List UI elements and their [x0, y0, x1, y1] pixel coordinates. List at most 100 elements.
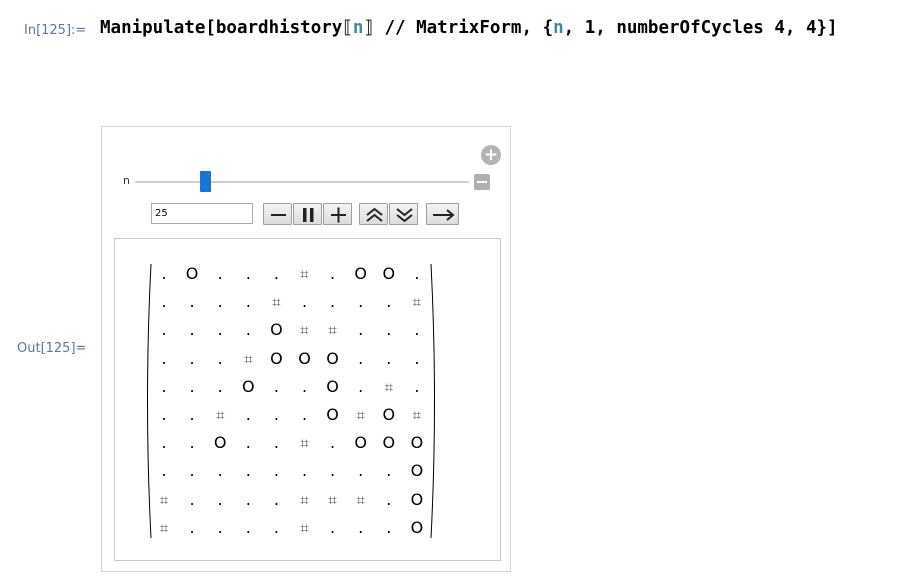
matrix-cell: ⌗	[215, 406, 225, 424]
matrix-cell: .	[189, 489, 195, 509]
matrix-cell: ⌗	[300, 490, 309, 509]
matrix-cell: ⌗	[384, 377, 394, 396]
step-forward-button[interactable]	[323, 203, 352, 225]
matrix-cell: .	[330, 292, 336, 312]
matrix-cell: .	[161, 320, 167, 340]
expand-controls-plus-icon[interactable]: +	[481, 145, 501, 165]
matrix-cell: .	[301, 405, 308, 424]
plus-icon	[331, 207, 346, 223]
matrix-cell: ⌗	[356, 406, 365, 424]
matrix-cell: O	[298, 348, 311, 368]
matrix-cell: .	[414, 348, 420, 368]
matrix-cell: O	[270, 320, 283, 340]
matrix-cell: .	[161, 348, 167, 368]
matrix-cell: .	[189, 405, 195, 424]
matrix-cell: .	[273, 264, 279, 283]
matrix-cell: .	[414, 264, 420, 283]
matrix-cell: .	[414, 320, 420, 340]
double-chevron-down-icon	[396, 208, 413, 223]
minus-icon	[271, 214, 286, 216]
value-input-field[interactable]: 25	[151, 203, 253, 224]
matrix-cell: O	[326, 376, 339, 396]
matrix-cell: .	[217, 292, 223, 312]
input-cell-code[interactable]: Manipulate[boardhistory⟦ n ⟧ // MatrixForm…	[100, 18, 838, 38]
matrix-cell: .	[414, 376, 420, 396]
matrix-cell: .	[161, 433, 167, 453]
matrix-cell: .	[386, 320, 392, 340]
matrix-cell: .	[189, 320, 195, 340]
direction-button[interactable]	[426, 203, 459, 225]
matrix-cell: .	[245, 320, 251, 340]
matrix-cell: ⌗	[356, 490, 365, 509]
code-part-open-bracket: ⟦	[342, 18, 353, 38]
collapse-animator-minus-icon[interactable]	[474, 174, 490, 190]
matrix-cell: .	[386, 489, 392, 509]
matrix-cell: ⌗	[159, 518, 169, 537]
matrix-cell: .	[189, 348, 195, 368]
matrix-cell: ⌗	[300, 434, 309, 453]
matrix-cell: .	[273, 376, 279, 396]
matrix-cell: O	[326, 348, 339, 368]
matrix-cell: ⌗	[328, 490, 337, 509]
code-variable-n-2: n	[553, 18, 564, 38]
matrix-cell: O	[382, 433, 396, 453]
step-back-button[interactable]	[263, 203, 292, 225]
faster-button[interactable]	[359, 203, 388, 225]
matrix-cell: ⌗	[412, 406, 422, 424]
matrix-cell: O	[354, 264, 367, 283]
manipulate-panel: + n 25 . O... ⌗. O O..... ⌗.... ⌗.... O ⌗ ⌗......…	[101, 126, 511, 572]
matrix-cell: ⌗	[412, 293, 422, 312]
slider-thumb[interactable]	[200, 171, 211, 192]
matrix-cell: .	[301, 376, 308, 396]
matrix-cell: .	[217, 264, 223, 283]
slider-track[interactable]	[135, 181, 469, 183]
code-part-close-bracket: ⟧	[363, 18, 374, 38]
matrix-cell: .	[189, 376, 195, 396]
code-head: Manipulate[boardhistory	[100, 18, 343, 38]
matrix-cell: ⌗	[300, 265, 309, 283]
matrix-cell: ⌗	[300, 518, 309, 537]
matrix-cell: .	[386, 461, 392, 481]
matrix-cell: .	[358, 348, 364, 368]
matrix-cell: .	[358, 376, 364, 396]
matrix-cell: .	[358, 461, 364, 481]
matrix-cell: .	[301, 292, 308, 312]
matrix-cell: .	[273, 517, 279, 537]
matrix-cell: .	[273, 461, 279, 481]
matrix-cell: .	[217, 517, 223, 537]
matrix-cell: .	[358, 320, 364, 340]
matrix-cell: .	[161, 292, 167, 312]
matrix-cell: O	[382, 264, 396, 283]
input-cell-label: In[125]:=	[24, 23, 87, 38]
arrow-right-icon	[433, 209, 455, 221]
matrix-cell: .	[273, 405, 279, 424]
matrix-cell: ⌗	[300, 321, 309, 340]
matrix-cell: .	[245, 264, 251, 283]
matrix-form: . O... ⌗. O O..... ⌗.... ⌗.... O ⌗ ⌗...... ⌗ O O O...…	[115, 239, 502, 562]
matrix-cell: ⌗	[159, 490, 169, 509]
matrix-cell: .	[386, 348, 392, 368]
double-chevron-up-icon	[366, 207, 383, 222]
matrix-cell: .	[217, 320, 223, 340]
matrix-cell: O	[270, 348, 283, 368]
matrix-cell: .	[358, 292, 364, 312]
pause-button[interactable]	[293, 203, 322, 225]
matrix-cell: ⌗	[272, 293, 281, 312]
matrix-cell: ⌗	[328, 321, 337, 340]
matrix-cell: O	[185, 264, 199, 283]
matrix-cell: O	[382, 405, 396, 424]
matrix-cell: .	[189, 517, 195, 537]
matrix-cell: .	[245, 489, 251, 509]
matrix-cell: O	[326, 405, 339, 424]
output-cell-label: Out[125]=	[17, 341, 87, 356]
matrix-cell: .	[301, 461, 308, 481]
matrix-cell: O	[354, 433, 367, 453]
matrix-cell: .	[245, 292, 251, 312]
matrix-cell: O	[410, 433, 424, 453]
matrix-cell: .	[217, 376, 223, 396]
matrix-cell: .	[358, 517, 364, 537]
matrix-cell: .	[161, 405, 167, 424]
code-mid: // MatrixForm, {	[373, 18, 554, 38]
slower-button[interactable]	[389, 203, 418, 225]
matrix-cell: .	[273, 433, 279, 453]
